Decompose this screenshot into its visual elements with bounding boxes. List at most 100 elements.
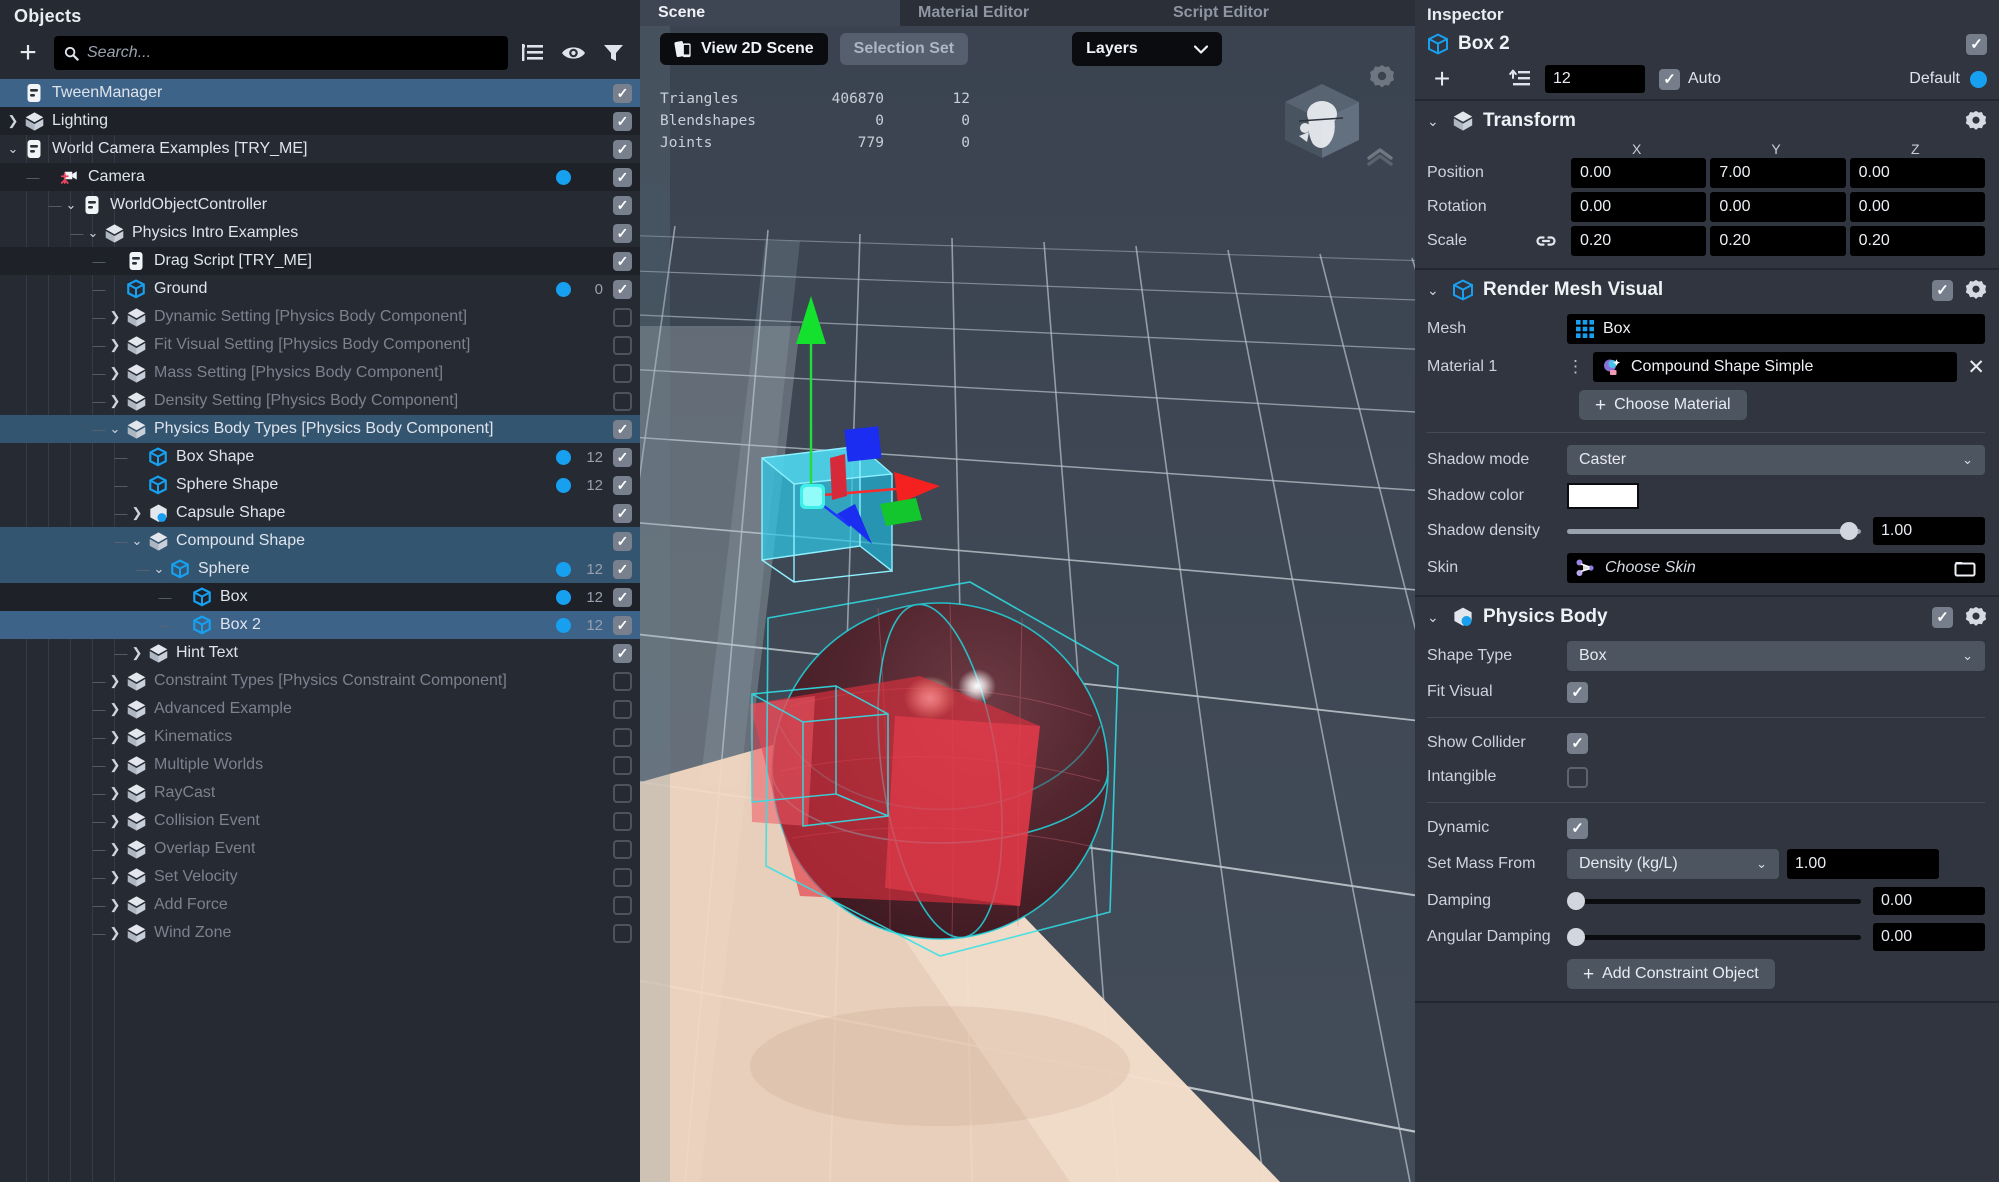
add-component-button[interactable]: + [1427, 63, 1457, 95]
tree-row-enabled-checkbox[interactable] [613, 756, 632, 775]
chevron-down-icon[interactable]: ⌄ [1427, 609, 1443, 626]
tree-twisty-right[interactable]: ❯ [106, 673, 124, 689]
tree-twisty-down[interactable]: ⌄ [128, 533, 146, 549]
intangible-checkbox[interactable] [1567, 767, 1588, 788]
tree-twisty-right[interactable]: ❯ [106, 729, 124, 745]
tree-row-enabled-checkbox[interactable] [613, 336, 632, 355]
tree-row-enabled-checkbox[interactable] [613, 840, 632, 859]
tree-row-enabled-checkbox[interactable] [613, 588, 632, 607]
tree-row[interactable]: TweenManager [0, 79, 640, 107]
tree-row[interactable]: —❯Dynamic Setting [Physics Body Componen… [0, 303, 640, 331]
position-z-input[interactable]: 0.00 [1850, 158, 1985, 188]
tree-row-enabled-checkbox[interactable] [613, 560, 632, 579]
physics-body-gear-icon[interactable] [1965, 606, 1987, 628]
dynamic-checkbox[interactable] [1567, 818, 1588, 839]
transform-gear-icon[interactable] [1965, 110, 1987, 132]
tree-row[interactable]: —⌄Physics Body Types [Physics Body Compo… [0, 415, 640, 443]
mass-value-input[interactable]: 1.00 [1787, 849, 1939, 879]
tree-row-enabled-checkbox[interactable] [613, 364, 632, 383]
position-x-input[interactable]: 0.00 [1571, 158, 1706, 188]
choose-material-button[interactable]: + Choose Material [1579, 390, 1747, 420]
tree-row[interactable]: —❯Overlap Event [0, 835, 640, 863]
tree-twisty-down[interactable]: ⌄ [84, 225, 102, 241]
skin-value-field[interactable]: Choose Skin [1567, 553, 1985, 583]
scale-y-input[interactable]: 0.20 [1710, 226, 1845, 256]
tree-twisty-right[interactable]: ❯ [128, 645, 146, 661]
tree-row[interactable]: —Box 212 [0, 611, 640, 639]
tab-script-editor[interactable]: Script Editor [1155, 0, 1287, 26]
physics-body-enabled-checkbox[interactable] [1932, 607, 1953, 628]
tree-row[interactable]: —❯Mass Setting [Physics Body Component] [0, 359, 640, 387]
slider-knob[interactable] [1840, 522, 1858, 540]
tree-row-enabled-checkbox[interactable] [613, 896, 632, 915]
tree-row-enabled-checkbox[interactable] [613, 672, 632, 691]
object-enabled-checkbox[interactable] [1966, 34, 1987, 55]
show-collider-checkbox[interactable] [1567, 733, 1588, 754]
material-menu-icon[interactable]: ⋮ [1567, 362, 1585, 372]
search-input[interactable] [87, 44, 498, 62]
tree-twisty-down[interactable]: ⌄ [62, 197, 80, 213]
tree-twisty-right[interactable]: ❯ [106, 813, 124, 829]
view-2d-scene-button[interactable]: View 2D Scene [660, 33, 828, 65]
tree-twisty-right[interactable]: ❯ [106, 897, 124, 913]
tree-row[interactable]: —Drag Script [TRY_ME] [0, 247, 640, 275]
filter-icon[interactable] [598, 38, 628, 68]
tree-twisty-right[interactable]: ❯ [106, 925, 124, 941]
tree-row[interactable]: —❯Multiple Worlds [0, 751, 640, 779]
tree-row-enabled-checkbox[interactable] [613, 224, 632, 243]
tree-row-enabled-checkbox[interactable] [613, 644, 632, 663]
tree-row-enabled-checkbox[interactable] [613, 420, 632, 439]
tree-twisty-right[interactable]: ❯ [106, 869, 124, 885]
tree-twisty-down[interactable]: ⌄ [150, 561, 168, 577]
tree-twisty-right[interactable]: ❯ [106, 337, 124, 353]
tree-row-enabled-checkbox[interactable] [613, 728, 632, 747]
fit-visual-checkbox[interactable] [1567, 682, 1588, 703]
rotation-y-input[interactable]: 0.00 [1710, 192, 1845, 222]
search-field[interactable] [54, 36, 508, 70]
auto-toggle[interactable]: Auto [1659, 69, 1721, 90]
tree-row[interactable]: —Sphere Shape12 [0, 471, 640, 499]
mesh-value-field[interactable]: Box [1567, 314, 1985, 344]
tree-twisty-right[interactable]: ❯ [106, 785, 124, 801]
shadow-density-value[interactable]: 1.00 [1873, 517, 1985, 545]
tree-row-enabled-checkbox[interactable] [613, 308, 632, 327]
tree-row[interactable]: —⌄Sphere12 [0, 555, 640, 583]
tree-row[interactable]: —❯Density Setting [Physics Body Componen… [0, 387, 640, 415]
chevron-down-icon[interactable]: ⌄ [1427, 113, 1443, 130]
tree-row-enabled-checkbox[interactable] [613, 532, 632, 551]
angular-damping-value[interactable]: 0.00 [1873, 923, 1985, 951]
view-orientation-cube[interactable] [1277, 74, 1367, 164]
tree-twisty-right[interactable]: ❯ [106, 365, 124, 381]
damping-slider[interactable] [1567, 891, 1861, 911]
rotation-z-input[interactable]: 0.00 [1850, 192, 1985, 222]
slider-knob[interactable] [1567, 928, 1585, 946]
tree-row-enabled-checkbox[interactable] [613, 112, 632, 131]
tree-row-enabled-checkbox[interactable] [613, 168, 632, 187]
position-y-input[interactable]: 7.00 [1710, 158, 1845, 188]
layers-dropdown[interactable]: Layers [1072, 32, 1222, 66]
tree-row-enabled-checkbox[interactable] [613, 868, 632, 887]
tree-twisty-down[interactable]: ⌄ [106, 421, 124, 437]
chevron-down-icon[interactable]: ⌄ [1427, 282, 1443, 299]
tree-row[interactable]: ❯Lighting [0, 107, 640, 135]
material-value-field[interactable]: Compound Shape Simple [1593, 352, 1957, 382]
tree-twisty-right[interactable]: ❯ [106, 757, 124, 773]
tree-row[interactable]: —Camera [0, 163, 640, 191]
angular-damping-slider[interactable] [1567, 927, 1861, 947]
tree-twisty-right[interactable]: ❯ [128, 505, 146, 521]
tree-row-enabled-checkbox[interactable] [613, 616, 632, 635]
tree-row[interactable]: —Box12 [0, 583, 640, 611]
tree-row-enabled-checkbox[interactable] [613, 196, 632, 215]
tree-twisty-down[interactable]: ⌄ [4, 141, 22, 157]
shadow-mode-dropdown[interactable]: Caster ⌄ [1567, 445, 1985, 475]
tree-row[interactable]: —❯Hint Text [0, 639, 640, 667]
tree-row[interactable]: —⌄WorldObjectController [0, 191, 640, 219]
slider-knob[interactable] [1567, 892, 1585, 910]
tab-material-editor[interactable]: Material Editor [900, 0, 1155, 26]
scene-collapse-up-icon[interactable] [1367, 148, 1393, 166]
auto-checkbox[interactable] [1659, 69, 1680, 90]
rotation-x-input[interactable]: 0.00 [1571, 192, 1706, 222]
tree-row-enabled-checkbox[interactable] [613, 504, 632, 523]
scene-viewport[interactable]: View 2D Scene Selection Set Layers Trian… [640, 26, 1415, 1182]
damping-value[interactable]: 0.00 [1873, 887, 1985, 915]
